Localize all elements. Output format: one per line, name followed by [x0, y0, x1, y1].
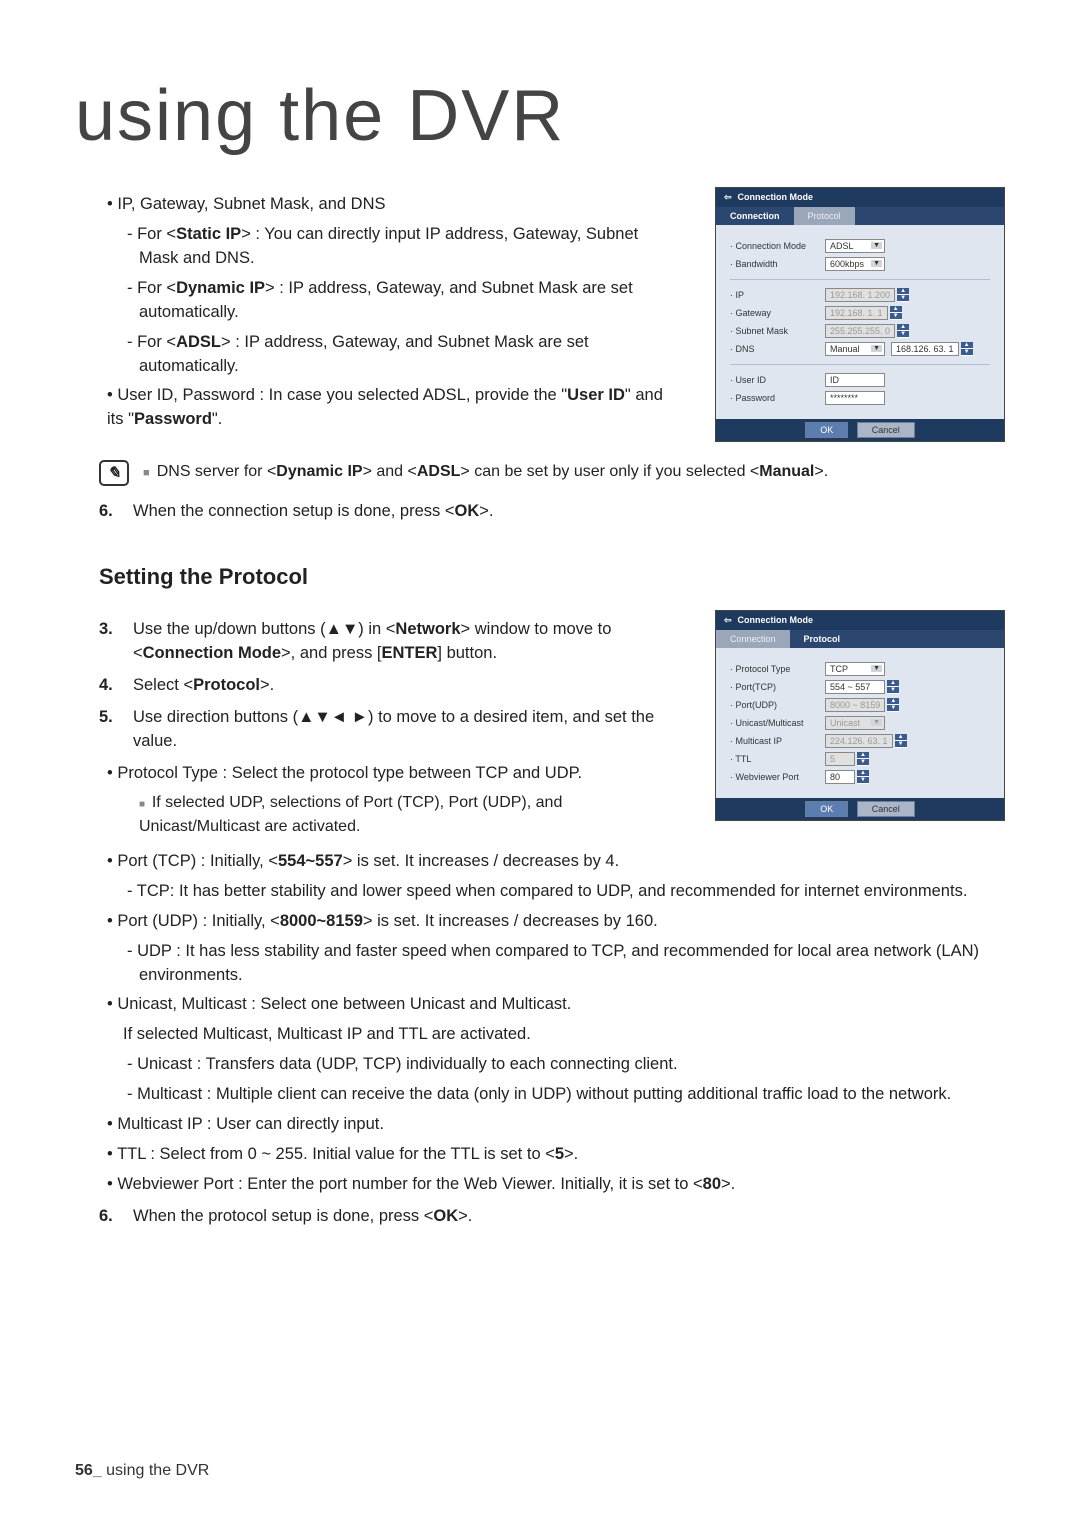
bullet-protocol-type: Protocol Type : Select the protocol type… [107, 762, 675, 786]
bullet-udp-desc: UDP : It has less stability and faster s… [139, 940, 1005, 988]
bandwidth-select[interactable]: 600kbps [825, 257, 885, 271]
tab-connection-2[interactable]: Connection [716, 630, 790, 648]
step-6a: 6. When the connection setup is done, pr… [99, 500, 1005, 524]
ttl-field[interactable]: 5 [825, 752, 855, 766]
password-field[interactable]: ******** [825, 391, 885, 405]
label-webviewer-port: Webviewer Port [730, 772, 825, 782]
tab-connection[interactable]: Connection [716, 207, 794, 225]
step-6b: 6. When the protocol setup is done, pres… [99, 1205, 1005, 1229]
connection-mode-dialog-1: ⇦Connection Mode Connection Protocol Con… [715, 187, 1005, 442]
label-ip: IP [730, 290, 825, 300]
ip-spinner[interactable]: ▲▼ [897, 288, 909, 302]
bullet-unicast-desc: Unicast : Transfers data (UDP, TCP) indi… [139, 1053, 1005, 1077]
label-userid: User ID [730, 375, 825, 385]
label-protocol-type: Protocol Type [730, 664, 825, 674]
note-icon: ✎ [99, 460, 129, 486]
bullet-ip-gw: IP, Gateway, Subnet Mask, and DNS [107, 193, 675, 217]
gateway-field[interactable]: 192.168. 1. 1 [825, 306, 888, 320]
bullet-uni-multi: Unicast, Multicast : Select one between … [107, 993, 1005, 1017]
cancel-button[interactable]: Cancel [857, 422, 915, 438]
bullet-webviewer-port: Webviewer Port : Enter the port number f… [107, 1173, 1005, 1197]
label-multicast-ip: Multicast IP [730, 736, 825, 746]
label-subnet: Subnet Mask [730, 326, 825, 336]
ok-button[interactable]: OK [805, 422, 848, 438]
port-tcp-field[interactable]: 554 ~ 557 [825, 680, 885, 694]
label-bandwidth: Bandwidth [730, 259, 825, 269]
heading-setting-protocol: Setting the Protocol [99, 564, 1005, 590]
port-udp-field[interactable]: 8000 ~ 8159 [825, 698, 885, 712]
bullet-multicast-desc: Multicast : Multiple client can receive … [139, 1083, 1005, 1107]
multicast-ip-field[interactable]: 224.126. 63. 1 [825, 734, 893, 748]
ok-button-2[interactable]: OK [805, 801, 848, 817]
note-udp-selections: If selected UDP, selections of Port (TCP… [139, 791, 675, 837]
bullet-port-tcp: Port (TCP) : Initially, <554~557> is set… [107, 850, 1005, 874]
dialog2-title: ⇦Connection Mode [716, 611, 1004, 630]
step-5: 5. Use direction buttons (▲▼◄ ►) to move… [99, 706, 675, 754]
dialog1-title: ⇦Connection Mode [716, 188, 1004, 207]
label-password: Password [730, 393, 825, 403]
port-tcp-spinner[interactable]: ▲▼ [887, 680, 899, 694]
section1-text: IP, Gateway, Subnet Mask, and DNS For <S… [75, 187, 675, 438]
bullet-static-ip: For <Static IP> : You can directly input… [139, 223, 675, 271]
webviewer-port-field[interactable]: 80 [825, 770, 855, 784]
connection-mode-dialog-2: ⇦Connection Mode Connection Protocol Pro… [715, 610, 1005, 821]
gateway-spinner[interactable]: ▲▼ [890, 306, 902, 320]
multicast-ip-spinner[interactable]: ▲▼ [895, 734, 907, 748]
bullet-port-udp: Port (UDP) : Initially, <8000~8159> is s… [107, 910, 1005, 934]
label-conn-mode: Connection Mode [730, 241, 825, 251]
page-footer: 56_ using the DVR [75, 1462, 209, 1480]
userid-field[interactable]: ID [825, 373, 885, 387]
note-dns: DNS server for <Dynamic IP> and <ADSL> c… [143, 460, 1005, 483]
cancel-button-2[interactable]: Cancel [857, 801, 915, 817]
back-icon[interactable]: ⇦ [724, 192, 732, 202]
bullet-tcp-desc: TCP: It has better stability and lower s… [139, 880, 1005, 904]
bullet-uni-multi-2: If selected Multicast, Multicast IP and … [123, 1023, 1005, 1047]
subnet-field[interactable]: 255.255.255. 0 [825, 324, 895, 338]
label-port-udp: Port(UDP) [730, 700, 825, 710]
dns-spinner[interactable]: ▲▼ [961, 342, 973, 356]
label-port-tcp: Port(TCP) [730, 682, 825, 692]
page-title: using the DVR [75, 75, 1005, 157]
bullet-adsl: For <ADSL> : IP address, Gateway, and Su… [139, 331, 675, 379]
step-4: 4. Select <Protocol>. [99, 674, 675, 698]
bullet-multicast-ip: Multicast IP : User can directly input. [107, 1113, 1005, 1137]
step-3: 3. Use the up/down buttons (▲▼) in <Netw… [99, 618, 675, 666]
tab-protocol-2[interactable]: Protocol [790, 630, 855, 648]
ip-field[interactable]: 192.168. 1.200 [825, 288, 895, 302]
label-ttl: TTL [730, 754, 825, 764]
bullet-dynamic-ip: For <Dynamic IP> : IP address, Gateway, … [139, 277, 675, 325]
ttl-spinner[interactable]: ▲▼ [857, 752, 869, 766]
protocol-type-select[interactable]: TCP [825, 662, 885, 676]
label-unicast-multicast: Unicast/Multicast [730, 718, 825, 728]
subnet-spinner[interactable]: ▲▼ [897, 324, 909, 338]
conn-mode-select[interactable]: ADSL [825, 239, 885, 253]
unimulti-select[interactable]: Unicast [825, 716, 885, 730]
bullet-ttl: TTL : Select from 0 ~ 255. Initial value… [107, 1143, 1005, 1167]
port-udp-spinner[interactable]: ▲▼ [887, 698, 899, 712]
webviewer-port-spinner[interactable]: ▲▼ [857, 770, 869, 784]
bullet-userid-pwd: User ID, Password : In case you selected… [107, 384, 675, 432]
label-dns: DNS [730, 344, 825, 354]
tab-protocol[interactable]: Protocol [794, 207, 855, 225]
dns-field[interactable]: 168.126. 63. 1 [891, 342, 959, 356]
label-gateway: Gateway [730, 308, 825, 318]
dns-mode-select[interactable]: Manual [825, 342, 885, 356]
back-icon[interactable]: ⇦ [724, 615, 732, 625]
